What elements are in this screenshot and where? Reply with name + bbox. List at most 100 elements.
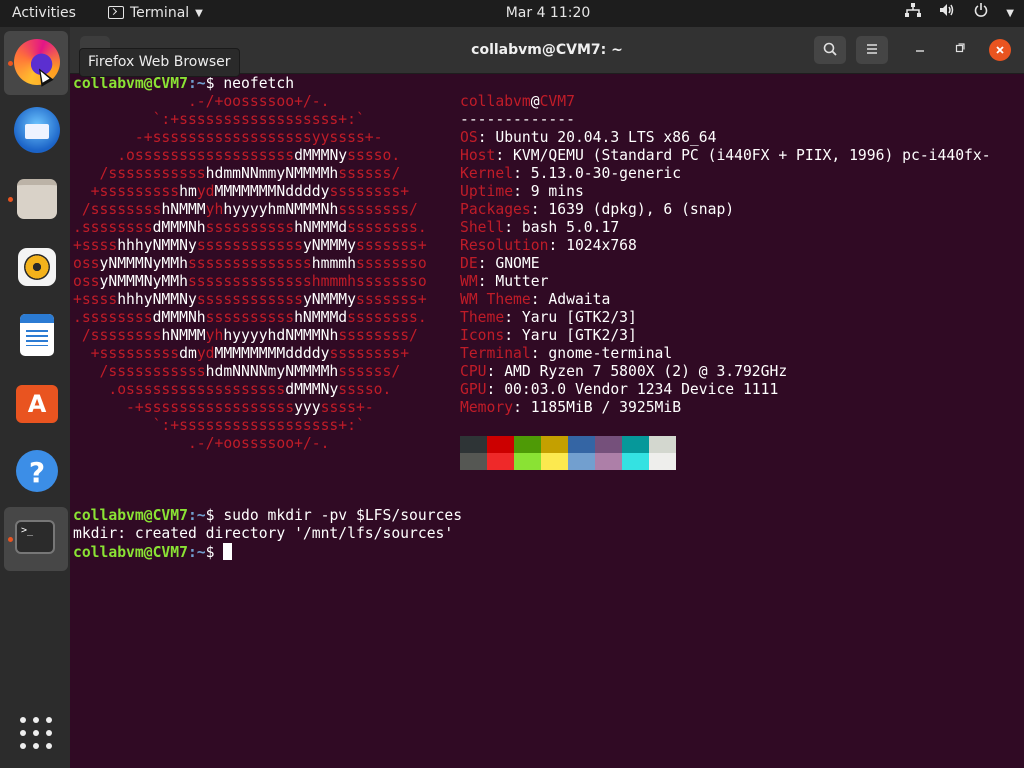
info-row: GPU: 00:03.0 Vendor 1234 Device 1111 (460, 381, 778, 399)
ascii-logo-line: +sssshhhyNMMNyssssssssssssyNMMMysssssss+ (73, 237, 427, 254)
prompt-path: :~ (187, 544, 206, 561)
info-value: : 9 mins (513, 183, 584, 200)
terminal-body[interactable]: collabvm@CVM7:~$ neofetch .-/+oossssoo+/… (70, 74, 1024, 768)
search-icon (823, 42, 837, 56)
ascii-logo-line: +sssshhhyNMMNyssssssssssssyNMMMysssssss+ (73, 291, 427, 308)
system-menu-chevron-icon: ▼ (1006, 8, 1014, 19)
info-label: Kernel (460, 165, 514, 182)
minimize-icon (916, 50, 924, 52)
ascii-logo-line: /sssssssshNMMMyhhyyyyhdNMMMNhssssssss/ (73, 327, 418, 344)
info-row: Host: KVM/QEMU (Standard PC (i440FX + PI… (460, 147, 991, 165)
info-value: : gnome-terminal (530, 345, 673, 362)
color-swatch (541, 436, 568, 453)
ascii-logo-line: `:+ssssssssssssssssss+:` (73, 111, 365, 128)
info-value: : 00:03.0 Vendor 1234 Device 1111 (486, 381, 779, 398)
close-button[interactable] (989, 39, 1011, 61)
ascii-logo-line: +ssssssssshmydMMMMMMMNddddyssssssss+ (73, 183, 410, 200)
ascii-logo-line: .-/+oossssoo+/-. (73, 93, 330, 110)
info-value: : Mutter (477, 273, 549, 290)
running-indicator (8, 537, 13, 542)
color-swatch (622, 436, 649, 453)
thunderbird-icon (14, 107, 60, 153)
prompt-line-1: collabvm@CVM7:~$ neofetch (73, 75, 294, 93)
info-header-at: @ (530, 93, 540, 110)
info-label: Icons (460, 327, 505, 344)
help-icon: ? (16, 450, 58, 492)
info-row: DE: GNOME (460, 255, 540, 273)
dock: A ? >_ (0, 27, 70, 768)
info-value: : GNOME (477, 255, 540, 272)
info-value: : 1639 (dpkg), 6 (snap) (530, 201, 735, 218)
ascii-logo-line: /sssssssshNMMMyhhyyyyhmNMMMNhssssssss/ (73, 201, 418, 218)
color-swatch (487, 453, 514, 470)
color-palette-row-normal (460, 436, 676, 453)
network-icon (904, 0, 921, 27)
prompt-symbol: $ (205, 507, 215, 524)
info-value: : 1185MiB / 3925MiB (513, 399, 682, 416)
info-row: Uptime: 9 mins (460, 183, 584, 201)
color-swatch (595, 453, 622, 470)
info-header-host: CVM7 (539, 93, 575, 110)
dock-item-files[interactable] (4, 167, 68, 231)
prompt-line-2: collabvm@CVM7:~$ sudo mkdir -pv $LFS/sou… (73, 507, 462, 525)
clock[interactable]: Mar 4 11:20 (0, 0, 1024, 27)
ascii-logo-line: ossyNMMMNyMMhsssssssssssssshmmmhssssssso (73, 255, 427, 272)
search-button[interactable] (814, 36, 846, 64)
color-palette (460, 436, 676, 470)
ascii-logo-line: .ssssssssdMMMNhsssssssssshNMMMdssssssss. (73, 309, 427, 326)
ascii-logo-line: .ossssssssssssssssssdMMMNysssso. (73, 147, 401, 164)
info-row: Theme: Yaru [GTK2/3] (460, 309, 637, 327)
dock-item-software[interactable]: A (4, 371, 68, 435)
info-header: collabvm@CVM7 (460, 93, 575, 111)
command-output: mkdir: created directory '/mnt/lfs/sourc… (73, 525, 454, 542)
info-label: Memory (460, 399, 514, 416)
color-swatch (541, 453, 568, 470)
color-swatch (514, 436, 541, 453)
info-value: : Yaru [GTK2/3] (504, 309, 637, 326)
info-label: Shell (460, 219, 505, 236)
prompt-symbol: $ (205, 544, 215, 561)
info-row: CPU: AMD Ryzen 7 5800X (2) @ 3.792GHz (460, 363, 787, 381)
color-swatch (595, 436, 622, 453)
info-label: GPU (460, 381, 487, 398)
info-label: Host (460, 147, 496, 164)
maximize-button[interactable] (950, 40, 970, 60)
info-row: Shell: bash 5.0.17 (460, 219, 619, 237)
terminal-icon: >_ (15, 520, 55, 554)
running-indicator (8, 61, 13, 66)
info-label: WM (460, 273, 478, 290)
files-icon (17, 179, 57, 219)
prompt-path: :~ (187, 507, 206, 524)
ascii-logo-line: +sssssssssdmydMMMMMMMMddddyssssssss+ (73, 345, 410, 362)
ascii-logo-line: .-/+oossssoo+/-. (73, 435, 330, 452)
minimize-button[interactable] (910, 40, 930, 60)
ascii-logo-line: /ssssssssssshdmmNNmmyNMMMMhssssss/ (73, 165, 401, 182)
color-swatch (622, 453, 649, 470)
info-value: : 5.13.0-30-generic (513, 165, 682, 182)
info-row: Resolution: 1024x768 (460, 237, 637, 255)
color-swatch (514, 453, 541, 470)
dock-item-help[interactable]: ? (4, 439, 68, 503)
color-swatch (649, 453, 676, 470)
system-tray[interactable]: ▼ (891, 0, 1014, 27)
volume-icon (939, 0, 955, 27)
info-label: DE (460, 255, 478, 272)
prompt-user: collabvm@CVM7 (73, 507, 188, 524)
info-row: Packages: 1639 (dpkg), 6 (snap) (460, 201, 734, 219)
info-label: WM Theme (460, 291, 531, 308)
hamburger-menu-button[interactable] (856, 36, 888, 64)
prompt-path: :~ (187, 75, 206, 92)
color-swatch (568, 453, 595, 470)
ascii-logo-line: .ssssssssdMMMNhsssssssssshNMMMdssssssss. (73, 219, 427, 236)
dock-item-writer[interactable] (4, 303, 68, 367)
show-applications-icon[interactable] (20, 717, 52, 749)
info-value: : KVM/QEMU (Standard PC (i440FX + PIIX, … (495, 147, 991, 164)
color-swatch (649, 436, 676, 453)
dock-item-rhythmbox[interactable] (4, 235, 68, 299)
ascii-logo-line: -+ssssssssssssssssssyyssss+- (73, 129, 383, 146)
dock-item-terminal[interactable]: >_ (4, 507, 68, 571)
dock-item-firefox[interactable] (4, 31, 68, 95)
info-row: WM Theme: Adwaita (460, 291, 610, 309)
info-row: Memory: 1185MiB / 3925MiB (460, 399, 681, 417)
dock-item-thunderbird[interactable] (4, 99, 68, 163)
